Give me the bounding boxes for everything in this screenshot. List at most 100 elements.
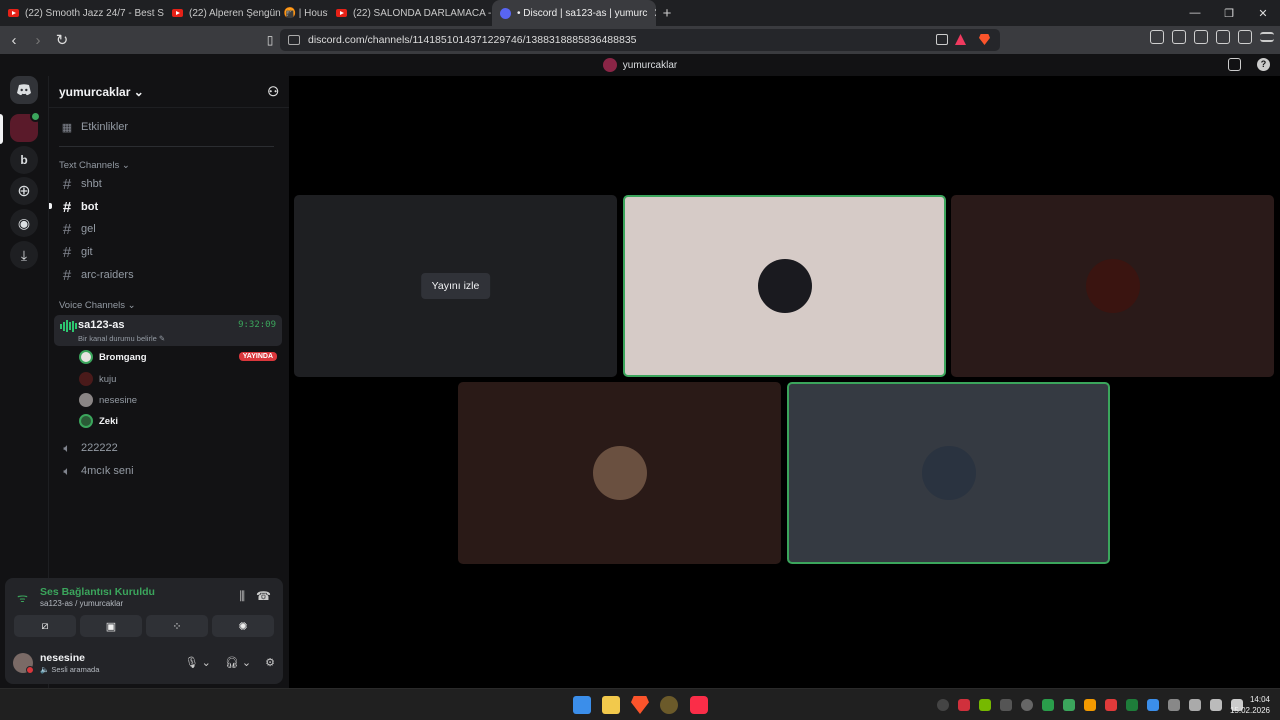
voice-channel-sa123-as[interactable]: sa123-as 9:32:09 Bir kanal durumu belirl… bbox=[54, 315, 282, 346]
avatar bbox=[79, 372, 93, 386]
camera-toggle-button[interactable]: ⧄ bbox=[14, 615, 76, 637]
tray-app-icon[interactable] bbox=[1042, 699, 1054, 711]
close-window-icon[interactable]: ✕ bbox=[1246, 0, 1280, 26]
tray-app-icon[interactable] bbox=[1147, 699, 1159, 711]
voice-timer: 9:32:09 bbox=[238, 320, 276, 330]
address-bar[interactable]: discord.com/channels/1141851014371229746… bbox=[280, 29, 1000, 51]
steam-icon[interactable] bbox=[937, 699, 949, 711]
leo-ai-icon[interactable] bbox=[1216, 30, 1230, 44]
soundboard-button[interactable]: ✺ bbox=[212, 615, 274, 637]
sidebar-icon[interactable] bbox=[1172, 30, 1186, 44]
file-explorer-icon[interactable] bbox=[602, 696, 620, 714]
tray-app-icon[interactable] bbox=[1000, 699, 1012, 711]
channel-shbt[interactable]: # shbt bbox=[59, 174, 102, 194]
user-tile[interactable] bbox=[458, 382, 781, 564]
volume-icon[interactable] bbox=[1210, 699, 1222, 711]
close-tab-icon[interactable]: ✕ bbox=[653, 6, 656, 20]
server-b-icon[interactable]: b bbox=[10, 146, 38, 174]
discord-title: yumurcaklar bbox=[622, 59, 678, 71]
voice-user-bromgang[interactable]: Bromgang YAYINDA bbox=[79, 349, 279, 365]
browser-tab[interactable]: (22) Smooth Jazz 24/7 - Best Smooth bbox=[0, 0, 164, 26]
inbox-icon[interactable] bbox=[1228, 58, 1241, 71]
category-voice-channels[interactable]: Voice Channels ⌄ bbox=[59, 300, 136, 311]
vpn-icon[interactable] bbox=[1238, 30, 1252, 44]
back-icon[interactable]: ‹ bbox=[4, 30, 24, 50]
voice-user-zeki[interactable]: Zeki bbox=[79, 413, 279, 429]
brave-browser-icon[interactable] bbox=[631, 696, 649, 714]
share-icon[interactable] bbox=[936, 34, 948, 45]
tray-app-icon[interactable] bbox=[1105, 699, 1117, 711]
user-avatar bbox=[592, 446, 647, 500]
microphone-icon[interactable]: 🎙︎ ⌄ bbox=[185, 656, 211, 669]
invite-people-icon[interactable]: ⚇ bbox=[267, 84, 279, 100]
channel-status-setter[interactable]: Bir kanal durumu belirle ✎ bbox=[78, 334, 165, 343]
hash-icon: # bbox=[62, 220, 72, 238]
noise-suppression-icon[interactable]: ⫼ bbox=[239, 589, 245, 604]
windows-start-icon[interactable] bbox=[573, 696, 591, 714]
settings-gear-icon[interactable]: ⚙ bbox=[265, 656, 275, 669]
maximize-icon[interactable]: ❐ bbox=[1212, 0, 1246, 26]
channel-gel[interactable]: # gel bbox=[59, 219, 96, 239]
server-header[interactable]: yumurcaklar ⌄ ⚇ bbox=[49, 76, 289, 108]
browser-tab-active[interactable]: • Discord | sa123-as | yumurc ✕ bbox=[492, 0, 656, 26]
disconnect-icon[interactable]: ☎ bbox=[256, 589, 271, 603]
discover-icon[interactable]: ◉ bbox=[10, 209, 38, 237]
network-icon[interactable] bbox=[1189, 699, 1201, 711]
nvidia-icon[interactable] bbox=[979, 699, 991, 711]
voice-channel-4mcik-seni[interactable]: 🔈︎ 4mcık seni bbox=[59, 461, 133, 481]
voice-user-panel: ᯤ Ses Bağlantısı Kuruldu sa123-as / yumu… bbox=[5, 578, 283, 684]
voice-activity-icon bbox=[60, 320, 77, 332]
league-client-icon[interactable] bbox=[660, 696, 678, 714]
signal-icon[interactable]: ᯤ bbox=[17, 589, 28, 606]
headphones-icon[interactable]: 🎧︎ ⌄ bbox=[225, 656, 251, 669]
channel-git[interactable]: # git bbox=[59, 242, 93, 262]
server-name: yumurcaklar ⌄ bbox=[59, 84, 144, 99]
browser-tab[interactable]: (22) SALONDA DARLAMACA - YouTu bbox=[328, 0, 492, 26]
brave-shields-icon[interactable] bbox=[979, 34, 990, 45]
download-icon[interactable]: ⤓ bbox=[10, 241, 38, 269]
channel-bot[interactable]: # bot bbox=[59, 197, 98, 217]
bookmark-icon[interactable]: ▯ bbox=[260, 30, 280, 50]
tray-app-icon[interactable] bbox=[1021, 699, 1033, 711]
discord-home-icon[interactable] bbox=[10, 76, 38, 104]
brave-rewards-icon[interactable] bbox=[955, 34, 966, 45]
user-tile[interactable] bbox=[951, 195, 1274, 377]
connection-path[interactable]: sa123-as / yumurcaklar bbox=[40, 599, 123, 608]
voice-channel-222222[interactable]: 🔈︎ 222222 bbox=[59, 438, 117, 458]
stream-tile-bromgang[interactable]: Yayını izle bbox=[294, 195, 617, 377]
category-text-channels[interactable]: Text Channels ⌄ bbox=[59, 160, 130, 171]
help-icon[interactable]: ? bbox=[1257, 58, 1270, 71]
server-yumurcaklar-icon[interactable] bbox=[10, 111, 41, 142]
voice-user-nesesine[interactable]: nesesine bbox=[79, 392, 279, 408]
new-tab-button[interactable]: + bbox=[656, 0, 678, 26]
tray-app-icon[interactable] bbox=[958, 699, 970, 711]
microphone-tray-icon[interactable] bbox=[1168, 699, 1180, 711]
voice-user-kuju[interactable]: kuju bbox=[79, 371, 279, 387]
browser-tab[interactable]: (22) Alperen Şengün 🍘 | Houston R bbox=[164, 0, 328, 26]
reader-icon[interactable] bbox=[1150, 30, 1164, 44]
user-tile-speaking[interactable] bbox=[787, 382, 1110, 564]
apple-music-icon[interactable] bbox=[690, 696, 708, 714]
taskbar-clock[interactable]: 14:04 15.02.2026 bbox=[1230, 694, 1270, 716]
reload-icon[interactable]: ↻ bbox=[52, 30, 72, 50]
wallet-icon[interactable] bbox=[1194, 30, 1208, 44]
site-info-icon[interactable] bbox=[288, 35, 300, 45]
user-area[interactable]: nesesine 🔈 Sesli aramada 🎙︎ ⌄ 🎧︎ ⌄ ⚙ bbox=[13, 651, 279, 677]
minimize-icon[interactable]: — bbox=[1178, 0, 1212, 26]
forward-icon[interactable]: › bbox=[28, 30, 48, 50]
user-avatar bbox=[757, 259, 812, 313]
events-item[interactable]: ▦ Etkinlikler bbox=[59, 117, 128, 137]
tray-app-icon[interactable] bbox=[1126, 699, 1138, 711]
screen-share-button[interactable]: ▣ bbox=[80, 615, 142, 637]
add-server-icon[interactable]: ⊕ bbox=[10, 177, 38, 205]
channel-arc-raiders[interactable]: # arc-raiders bbox=[59, 265, 134, 285]
menu-icon[interactable] bbox=[1260, 32, 1274, 42]
activities-button[interactable]: ⁘ bbox=[146, 615, 208, 637]
watch-stream-button[interactable]: Yayını izle bbox=[420, 273, 491, 299]
user-tile-speaking[interactable] bbox=[623, 195, 946, 377]
tray-app-icon[interactable] bbox=[1084, 699, 1096, 711]
connection-status[interactable]: Ses Bağlantısı Kuruldu bbox=[40, 586, 155, 598]
tray-app-icon[interactable] bbox=[1063, 699, 1075, 711]
browser-toolbar: ‹ › ↻ ▯ discord.com/channels/11418510143… bbox=[0, 26, 1280, 54]
user-avatar bbox=[921, 446, 976, 500]
